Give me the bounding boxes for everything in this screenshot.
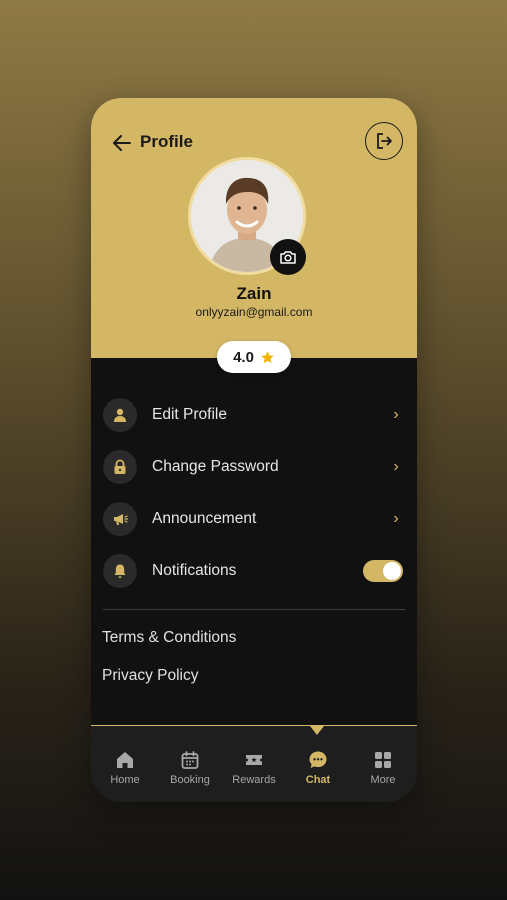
menu-item-label: Announcement: [152, 510, 257, 527]
bottom-nav: Home Booking Rewards Chat More: [91, 725, 417, 802]
menu-item-label: Edit Profile: [152, 406, 227, 423]
chat-icon: [309, 751, 327, 768]
calendar-icon: [181, 751, 199, 769]
camera-icon: [280, 251, 296, 264]
nav-item-home[interactable]: Home: [95, 750, 155, 786]
menu-item-edit-profile[interactable]: Edit Profile ›: [103, 395, 403, 435]
chevron-right-icon: ›: [393, 510, 399, 527]
notifications-toggle[interactable]: [363, 560, 403, 582]
nav-item-label: Home: [110, 774, 140, 786]
change-photo-button[interactable]: [270, 239, 306, 275]
arrow-left-icon: [113, 135, 131, 151]
nav-item-more[interactable]: More: [353, 750, 413, 786]
nav-item-booking[interactable]: Booking: [160, 750, 220, 786]
toggle-knob: [383, 562, 401, 580]
nav-item-chat[interactable]: Chat: [288, 750, 348, 786]
grid-icon: [375, 752, 391, 768]
profile-email: onlyyzain@gmail.com: [195, 305, 313, 319]
user-icon: [103, 398, 137, 432]
privacy-link[interactable]: Privacy Policy: [102, 667, 198, 685]
ticket-icon: [246, 755, 262, 765]
lock-icon: [103, 450, 137, 484]
bell-icon: [103, 554, 137, 588]
terms-link[interactable]: Terms & Conditions: [102, 629, 236, 647]
chevron-right-icon: ›: [393, 458, 399, 475]
divider: [103, 609, 405, 610]
nav-item-label: Chat: [305, 774, 331, 786]
nav-item-rewards[interactable]: Rewards: [224, 750, 284, 786]
nav-item-label: Rewards: [232, 774, 276, 786]
page-title: Profile: [140, 132, 193, 151]
profile-name: Zain: [236, 284, 272, 303]
home-icon: [117, 752, 133, 768]
menu-item-change-password[interactable]: Change Password ›: [103, 447, 403, 487]
chevron-right-icon: ›: [393, 406, 399, 423]
nav-item-label: Booking: [170, 774, 210, 786]
profile-header: Profile Zain onlyyzain@gmail.com: [91, 98, 417, 358]
profile-screen: Profile Zain onlyyzain@gmail.com 4.0 Edi…: [91, 98, 417, 802]
rating-value: 4.0: [233, 348, 254, 366]
menu-item-announcement[interactable]: Announcement ›: [103, 499, 403, 539]
star-icon: [261, 350, 274, 363]
active-tab-indicator: [310, 726, 324, 735]
back-button[interactable]: [111, 132, 133, 154]
menu-item-notifications: Notifications: [103, 551, 403, 591]
rating-badge: 4.0: [217, 341, 291, 373]
megaphone-icon: [103, 502, 137, 536]
menu-item-label: Notifications: [152, 562, 237, 579]
nav-item-label: More: [370, 774, 396, 786]
menu-item-label: Change Password: [152, 458, 279, 475]
logout-button[interactable]: [365, 122, 403, 160]
logout-icon: [377, 133, 392, 149]
